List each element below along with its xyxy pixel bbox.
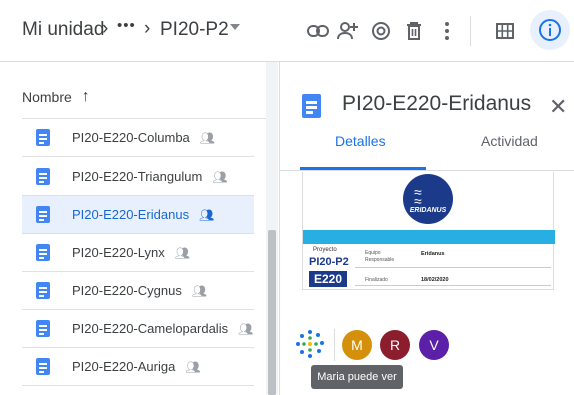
preview-rule	[355, 285, 551, 286]
toolbar-divider	[470, 16, 471, 46]
avatar-m[interactable]: M	[342, 330, 372, 360]
column-header-name[interactable]: Nombre ↑	[22, 88, 90, 106]
details-title: PI20-E220-Eridanus	[342, 92, 532, 115]
file-row[interactable]: PI20-E220-Lynx 👥︎	[22, 234, 254, 272]
file-row[interactable]: PI20-E220-Triangulum 👥︎	[22, 158, 254, 196]
shared-people-icon: 👥︎	[185, 359, 201, 374]
google-doc-icon	[36, 282, 50, 299]
avatar-r[interactable]: R	[380, 330, 410, 360]
avatar-divider	[334, 329, 335, 361]
breadcrumb-current[interactable]: PI20-P2	[160, 19, 229, 41]
file-list: Nombre ↑ PI20-E220-Columba 👥︎ PI20-E220-…	[0, 62, 266, 395]
preview-rule	[355, 267, 551, 268]
avatar-tooltip: Maria puede ver	[311, 365, 403, 389]
file-name: PI20-E220-Triangulum	[72, 169, 203, 184]
shared-people-icon: 👥︎	[199, 130, 216, 145]
tab-activity[interactable]: Actividad	[481, 133, 538, 149]
more-vert-icon[interactable]	[432, 16, 462, 46]
add-person-icon[interactable]	[333, 16, 363, 46]
details-panel: PI20-E220-Eridanus ✕ Detalles Actividad …	[279, 62, 574, 395]
file-name: PI20-E220-Eridanus	[72, 207, 190, 222]
preview-equipo-label: Equipo	[365, 250, 381, 256]
tab-details[interactable]: Detalles	[335, 133, 386, 149]
info-button[interactable]	[530, 10, 570, 50]
grid-view-icon[interactable]	[490, 16, 520, 46]
preview-proyecto-label: Proyecto	[313, 247, 337, 253]
breadcrumb-separator-icon: ›	[144, 18, 151, 39]
file-name: PI20-E220-Lynx	[72, 245, 165, 260]
file-row[interactable]: PI20-E220-Cygnus 👥︎	[22, 272, 254, 310]
file-row[interactable]: PI20-E220-Columba 👥︎	[22, 119, 254, 157]
google-doc-icon	[36, 129, 50, 146]
breadcrumb-root[interactable]: Mi unidad	[22, 19, 104, 41]
divider	[280, 170, 574, 171]
trash-icon[interactable]	[399, 16, 429, 46]
preview-responsable-label: Responsable	[365, 257, 395, 263]
logo-text: ERIDANUS	[409, 207, 447, 214]
google-doc-icon	[36, 320, 50, 337]
info-icon	[539, 19, 561, 41]
shared-people-icon: 👥︎	[174, 245, 190, 260]
link-icon[interactable]	[303, 16, 333, 46]
sort-arrow-icon[interactable]: ↑	[82, 88, 90, 106]
breadcrumb-separator-icon: ›	[102, 18, 109, 39]
scrollbar-thumb[interactable]	[268, 230, 276, 395]
google-doc-icon	[302, 94, 321, 118]
google-doc-icon	[36, 358, 50, 375]
file-name: PI20-E220-Cygnus	[72, 283, 182, 298]
shared-drive-logo-icon[interactable]	[294, 328, 326, 360]
file-row-selected[interactable]: PI20-E220-Eridanus 👥︎	[22, 196, 254, 234]
preview-team-code: E220	[309, 271, 347, 287]
shared-people-icon: 👥︎	[191, 283, 208, 298]
google-doc-icon	[36, 206, 50, 223]
shared-people-icon: 👥︎	[212, 169, 228, 184]
close-icon[interactable]: ✕	[549, 94, 567, 120]
file-name: PI20-E220-Auriga	[72, 359, 176, 374]
file-row[interactable]: PI20-E220-Auriga 👥︎	[22, 348, 254, 386]
top-bar: Mi unidad › ••• › PI20-P2	[0, 0, 574, 62]
avatar-v[interactable]: V	[419, 330, 449, 360]
file-row[interactable]: PI20-E220-Camelopardalis 👥︎	[22, 310, 254, 348]
shared-people-icon: 👥︎	[238, 321, 254, 336]
google-doc-icon	[36, 244, 50, 261]
preview-cyan-bar	[303, 230, 555, 244]
preview-project-code: PI20-P2	[309, 256, 349, 268]
preview-eye-icon[interactable]	[366, 16, 396, 46]
google-doc-icon	[36, 168, 50, 185]
scrollbar[interactable]	[266, 62, 278, 395]
caret-down-icon[interactable]	[230, 24, 240, 30]
preview-finalizado-label: Finalizado	[365, 277, 388, 283]
preview-finalizado-value: 18/02/2020	[421, 277, 449, 283]
file-name: PI20-E220-Columba	[72, 130, 190, 145]
shared-people-icon: 👥︎	[199, 207, 215, 222]
eridanus-logo: ≈ ≈ ERIDANUS	[403, 174, 453, 224]
preview-equipo-value: Eridanus	[421, 251, 445, 257]
column-header-label: Nombre	[22, 89, 72, 105]
file-name: PI20-E220-Camelopardalis	[72, 321, 229, 336]
breadcrumb-more[interactable]: •••	[117, 17, 136, 34]
document-preview[interactable]: ≈ ≈ ERIDANUS Proyecto PI20-P2 E220 Equip…	[302, 172, 555, 290]
